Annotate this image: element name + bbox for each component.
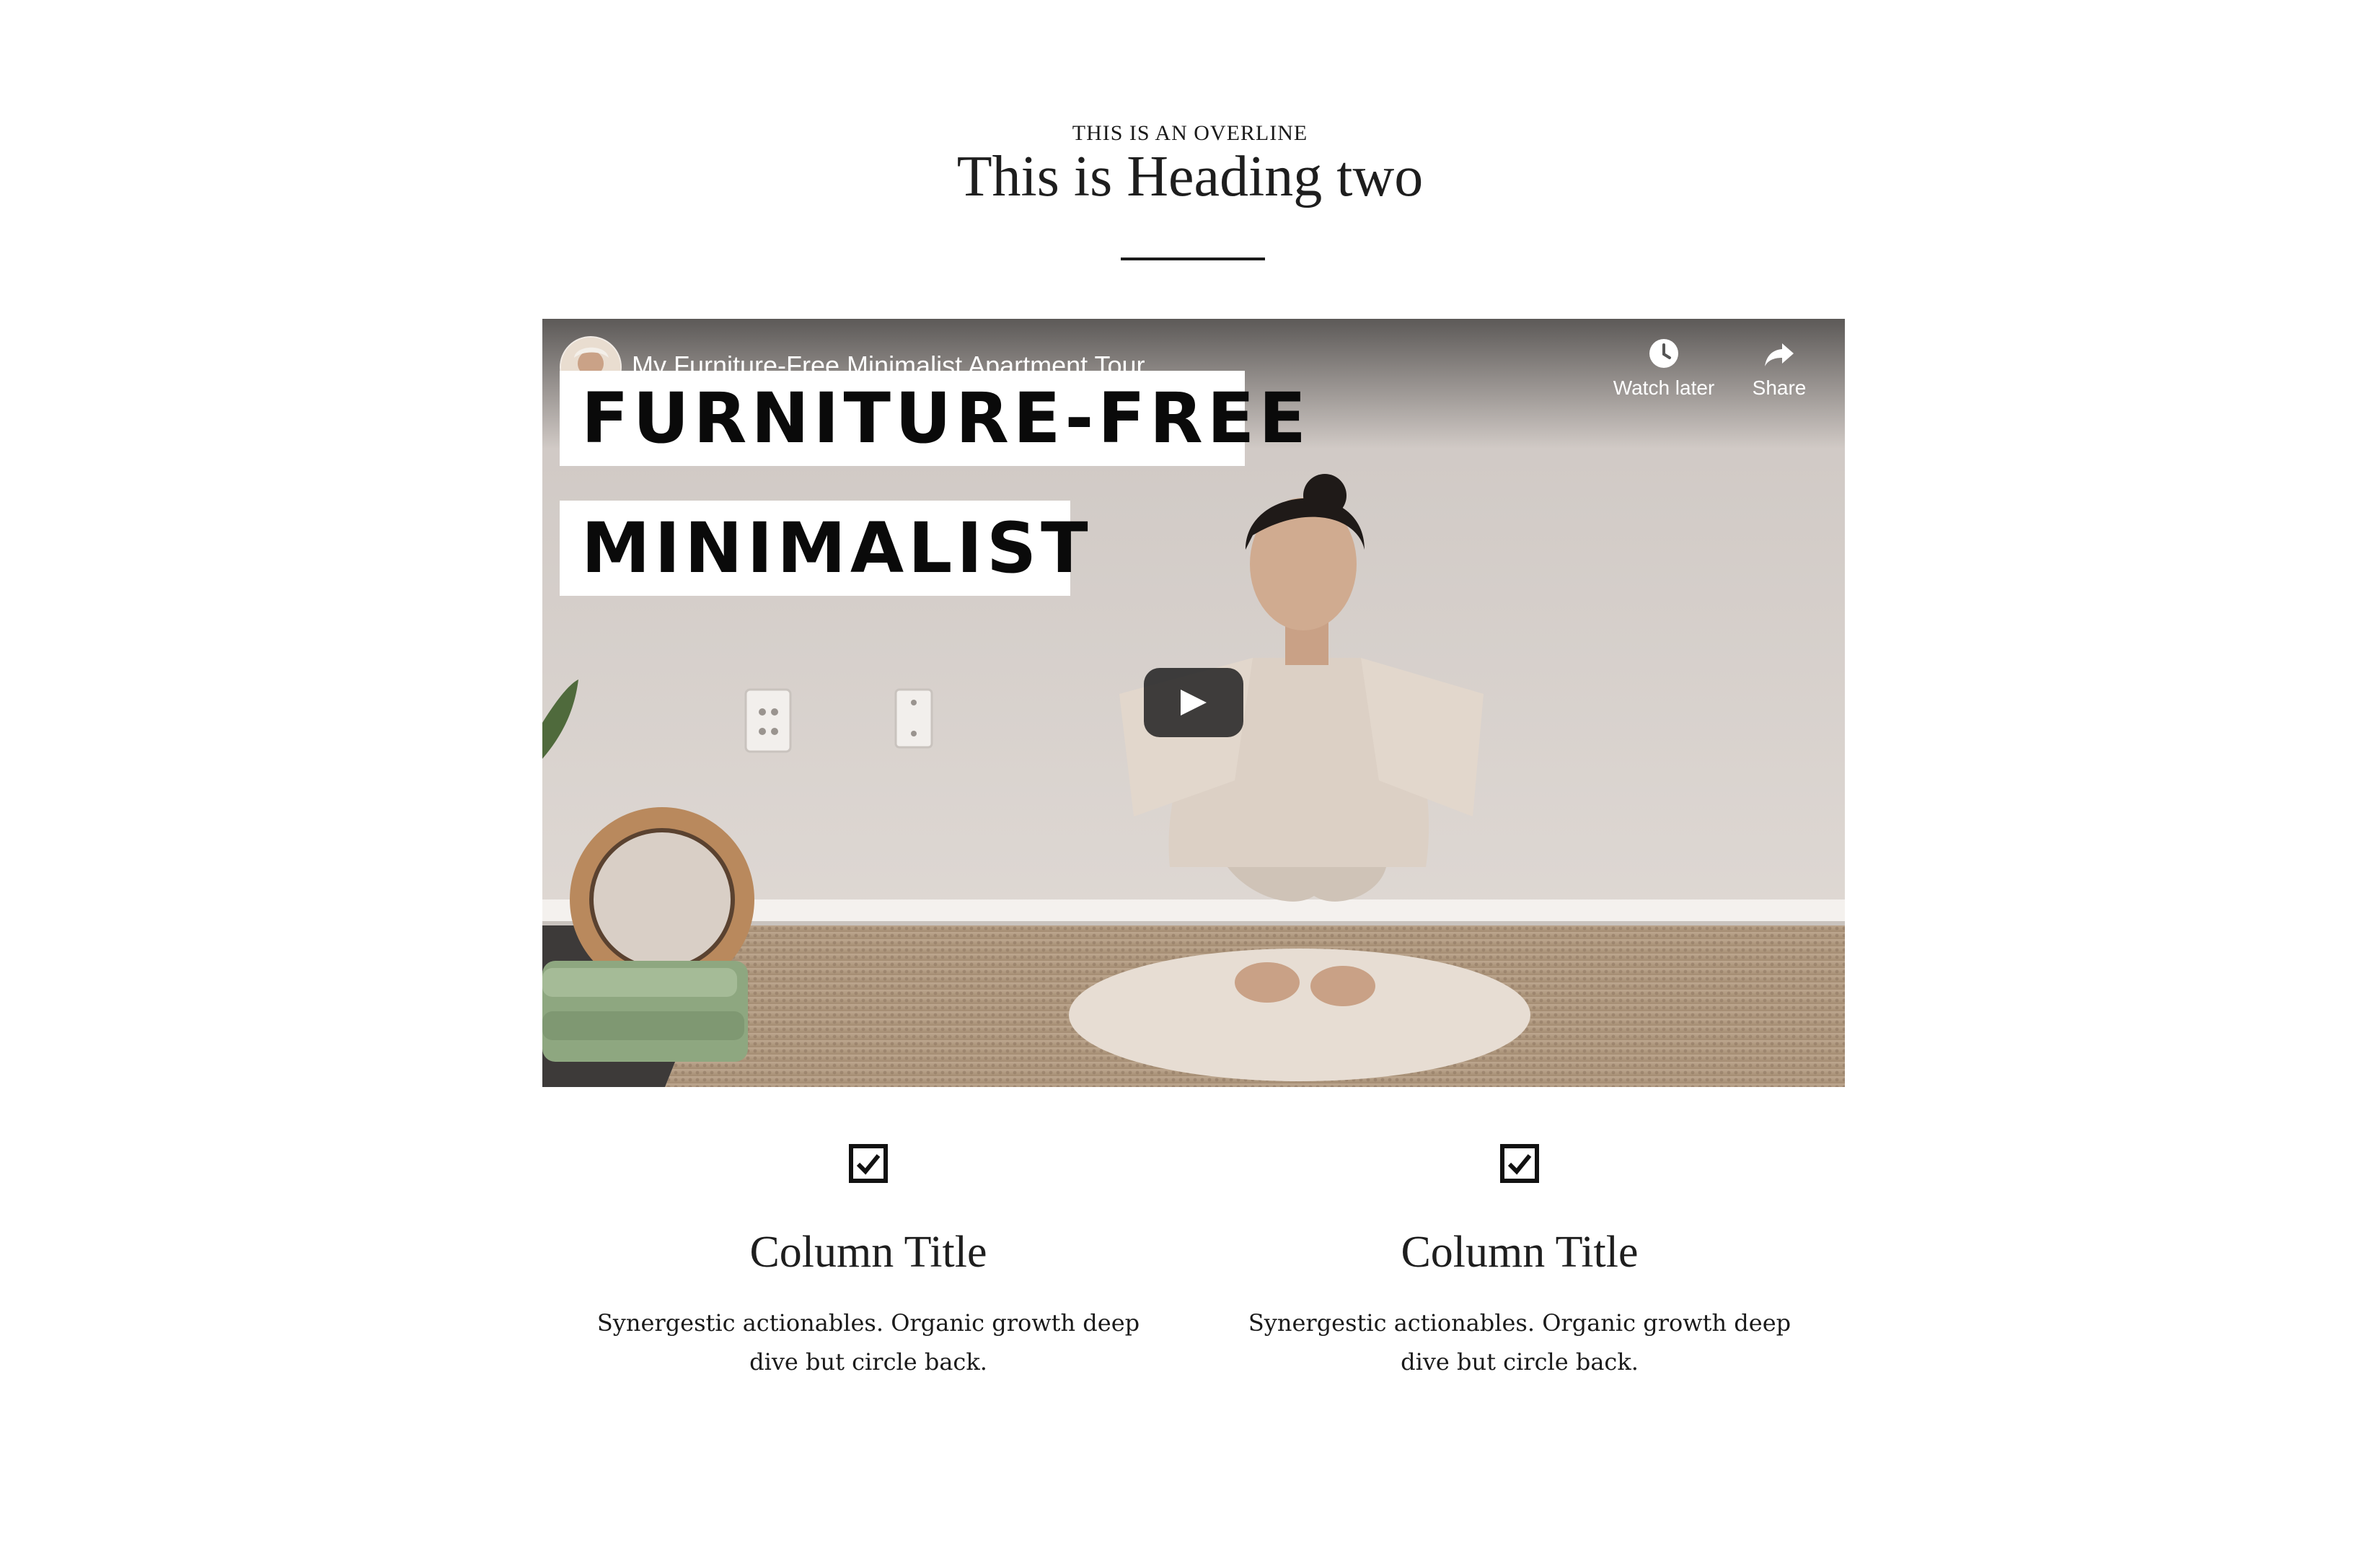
share-arrow-icon [1765,343,1794,366]
watch-later-button[interactable]: Watch later [1610,336,1718,400]
play-icon [1181,690,1207,716]
thumbnail-text-line-1: FURNITURE-FREE [560,371,1306,466]
column-text: Synergestic actionables. Organic growth … [596,1309,1140,1376]
section-heading: This is Heading two [956,145,1424,208]
column-text: Synergestic actionables. Organic growth … [1248,1309,1791,1376]
heading-divider [1121,258,1265,260]
share-button[interactable]: Share [1740,336,1819,400]
feature-column: Column Title Synergestic actionables. Or… [1224,1143,1815,1381]
checkbox-checked-icon [1500,1144,1539,1183]
feature-column: Column Title Synergestic actionables. Or… [573,1143,1164,1381]
clock-icon [1649,339,1678,368]
share-label: Share [1752,377,1807,399]
watch-later-label: Watch later [1613,377,1715,399]
column-title: Column Title [1401,1228,1639,1277]
video-embed[interactable]: My Furniture-Free Minimalist Apartment T… [542,319,1845,1087]
thumbnail-text-line-2: MINIMALIST [560,501,1088,596]
checkbox-checked-icon [849,1144,888,1183]
play-button[interactable] [1144,668,1243,737]
column-title: Column Title [749,1228,987,1277]
